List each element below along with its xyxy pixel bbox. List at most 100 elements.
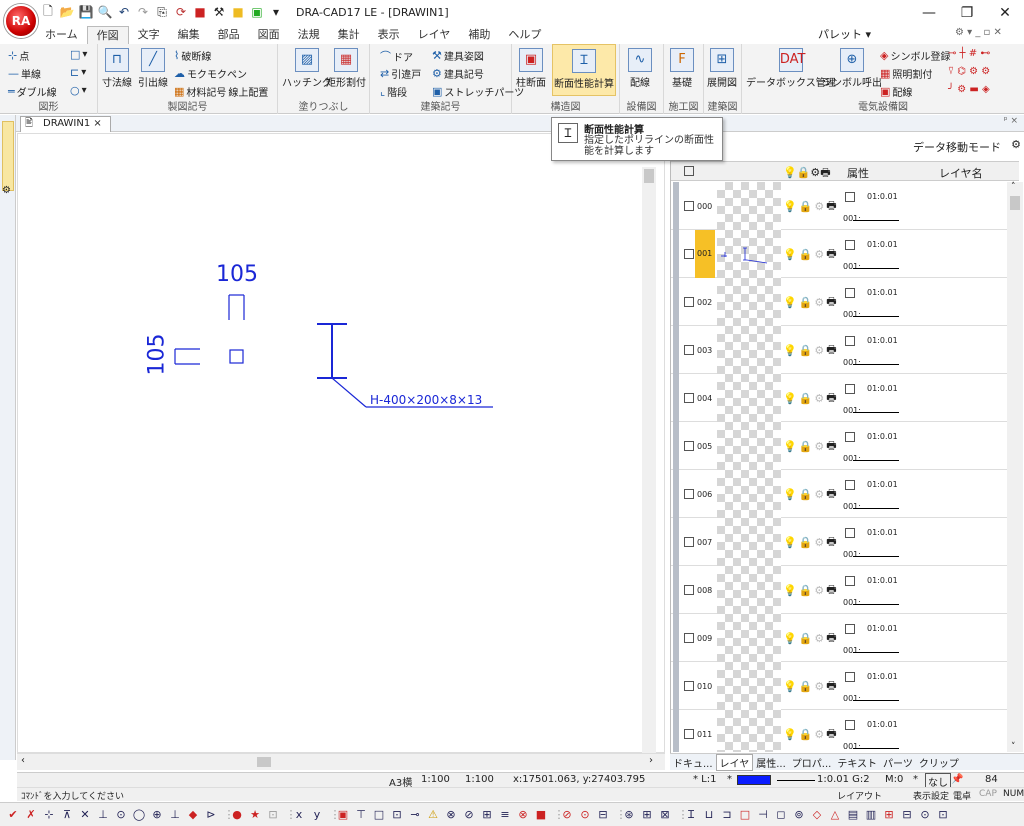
single-line-button[interactable]: — 単線	[8, 66, 41, 81]
snap-tool-icon[interactable]: ⚠	[426, 808, 440, 822]
tab-properties[interactable]: プロパ...	[789, 755, 835, 770]
canvas-vertical-scrollbar[interactable]	[642, 167, 656, 753]
snap-tool-icon[interactable]: ⊤	[354, 808, 368, 822]
snap-tool-icon[interactable]: ⊠	[658, 808, 672, 822]
layer-scrollbar[interactable]: ˄ ˅	[1007, 182, 1023, 752]
undo-icon[interactable]: ↶	[116, 4, 132, 20]
mode[interactable]: M:0	[885, 774, 903, 785]
layer-checkbox[interactable]	[684, 585, 694, 595]
layer-row[interactable]: 001 💡 🔒 ⚙ 🖶 01:0.01 001:	[671, 230, 1007, 278]
tab-view[interactable]: 表示	[369, 26, 409, 44]
double-line-button[interactable]: ═ ダブル線	[8, 84, 57, 99]
redo-icon[interactable]: ↷	[135, 4, 151, 20]
snap-tool-icon[interactable]: ◇	[810, 808, 824, 822]
scroll-left-icon[interactable]: ‹	[21, 755, 25, 766]
layer-attr[interactable]: 01:0.01 001:	[841, 470, 901, 518]
print-preview-icon[interactable]: 🔍	[97, 4, 113, 20]
break-line-button[interactable]: ⌇ 破断線	[174, 48, 211, 63]
elec-symbols-row3[interactable]: ╯ ⚙ ▬ ◈	[948, 84, 990, 95]
layer-checkbox[interactable]	[684, 201, 694, 211]
gear-icon[interactable]: ⚙	[814, 344, 824, 357]
new-file-icon[interactable]: 🗋	[40, 4, 56, 20]
fitting-elevation-button[interactable]: ⚒ 建具姿図	[432, 48, 484, 63]
attr-checkbox[interactable]	[845, 576, 855, 586]
tab-text[interactable]: 文字	[129, 26, 169, 44]
on-line-place-label[interactable]: 線上配置	[228, 84, 268, 99]
tab-assist[interactable]: 補助	[459, 26, 499, 44]
attr-checkbox[interactable]	[845, 480, 855, 490]
rect-button[interactable]: □ ▾	[70, 48, 87, 61]
side-tab-active[interactable]	[2, 121, 14, 191]
snap-tool-icon[interactable]: ⊗	[516, 808, 530, 822]
current-color-swatch[interactable]	[737, 775, 771, 785]
bulb-icon[interactable]: 💡	[783, 632, 797, 645]
tab-attributes[interactable]: 属性...	[753, 755, 789, 770]
tab-draw[interactable]: 作図	[86, 26, 129, 44]
drawing-canvas[interactable]: 105 105 H-400×200×8×13	[17, 133, 665, 753]
scroll-right-icon[interactable]: ›	[649, 755, 653, 766]
snap-tool-icon[interactable]: ⊹	[42, 808, 56, 822]
print-icon[interactable]: 🖶	[826, 485, 836, 504]
sliding-door-button[interactable]: ⇄ 引違戸	[380, 66, 421, 81]
attr-checkbox[interactable]	[845, 288, 855, 298]
tab-home[interactable]: ホーム	[36, 26, 87, 44]
canvas-horizontal-scrollbar[interactable]: ‹ ›	[17, 753, 665, 770]
print-icon[interactable]: 🖶	[826, 293, 836, 312]
layer-attr[interactable]: 01:0.01 001:	[841, 278, 901, 326]
lock-icon[interactable]: 🔒	[799, 440, 813, 453]
leader-button[interactable]: ╱ 引出線	[138, 48, 168, 89]
bulb-icon[interactable]: 💡	[783, 536, 797, 549]
snap-tool-icon[interactable]: y	[310, 808, 324, 822]
color-star[interactable]: *	[727, 774, 732, 785]
gear-icon[interactable]: ⚙	[814, 632, 824, 645]
snap-tool-icon[interactable]: ⊡	[936, 808, 950, 822]
layout-button[interactable]: レイアウト	[837, 789, 882, 802]
snap-tool-icon[interactable]: ◻	[774, 808, 788, 822]
side-icon[interactable]: ⚙	[2, 185, 11, 196]
bulb-icon[interactable]: 💡	[783, 296, 797, 309]
snap-tool-icon[interactable]: ⊟	[596, 808, 610, 822]
fitting-symbol-button[interactable]: ⚙ 建具記号	[432, 66, 484, 81]
yellow-icon[interactable]: ■	[230, 4, 246, 20]
display-settings-button[interactable]: 表示設定	[913, 789, 949, 802]
bulb-icon[interactable]: 💡	[783, 200, 797, 213]
snap-tool-icon[interactable]: △	[828, 808, 842, 822]
layer-attr[interactable]: 01:0.01 001:	[841, 710, 901, 752]
snap-tool-icon[interactable]: ⊸	[408, 808, 422, 822]
snap-tool-icon[interactable]: ⊔	[702, 808, 716, 822]
palette-menu[interactable]: パレット ▾	[818, 26, 871, 42]
bulb-icon[interactable]: 💡	[783, 680, 797, 693]
attr-checkbox[interactable]	[845, 528, 855, 538]
gear-icon[interactable]: ⚙	[814, 536, 824, 549]
bulb-icon[interactable]: 💡	[783, 488, 797, 501]
polyline-button[interactable]: ⊏ ▾	[70, 66, 86, 79]
layer-checkbox[interactable]	[684, 489, 694, 499]
bulb-icon[interactable]: 💡	[783, 584, 797, 597]
snap-tool-icon[interactable]: ⊣	[756, 808, 770, 822]
snap-tool-icon[interactable]: ⊙	[114, 808, 128, 822]
layer-row[interactable]: 005 💡 🔒 ⚙ 🖶 01:0.01 001:	[671, 422, 1007, 470]
snap-tool-icon[interactable]: ⊟	[900, 808, 914, 822]
attr-checkbox[interactable]	[845, 432, 855, 442]
tab-drawing[interactable]: 図面	[249, 26, 289, 44]
print-icon[interactable]: 🖶	[826, 341, 836, 360]
snap-tool-icon[interactable]: ◆	[186, 808, 200, 822]
lock-icon[interactable]: 🔒	[799, 680, 813, 693]
snap-tool-icon[interactable]: ⊼	[60, 808, 74, 822]
snap-tool-icon[interactable]: ⊙	[918, 808, 932, 822]
print-icon[interactable]: 🖶	[826, 197, 836, 216]
attr-checkbox[interactable]	[845, 624, 855, 634]
lock-icon[interactable]: 🔒	[799, 632, 813, 645]
layer-row[interactable]: 011 💡 🔒 ⚙ 🖶 01:0.01 001:	[671, 710, 1007, 752]
lighting-button[interactable]: ▦ 照明割付	[880, 66, 932, 81]
attr-checkbox[interactable]	[845, 384, 855, 394]
scroll-down-icon[interactable]: ˅	[1011, 742, 1016, 752]
layer-row[interactable]: 008 💡 🔒 ⚙ 🖶 01:0.01 001:	[671, 566, 1007, 614]
bulb-icon[interactable]: 💡	[783, 392, 797, 405]
gear-icon[interactable]: ⚙	[814, 680, 824, 693]
print-icon[interactable]: 🖶	[826, 389, 836, 408]
stretch-parts-button[interactable]: ▣ ストレッチパーツ	[432, 84, 524, 99]
layer-attr[interactable]: 01:0.01 001:	[841, 422, 901, 470]
point-button[interactable]: ⊹ 点	[8, 48, 29, 63]
layer-row[interactable]: 007 💡 🔒 ⚙ 🖶 01:0.01 001:	[671, 518, 1007, 566]
